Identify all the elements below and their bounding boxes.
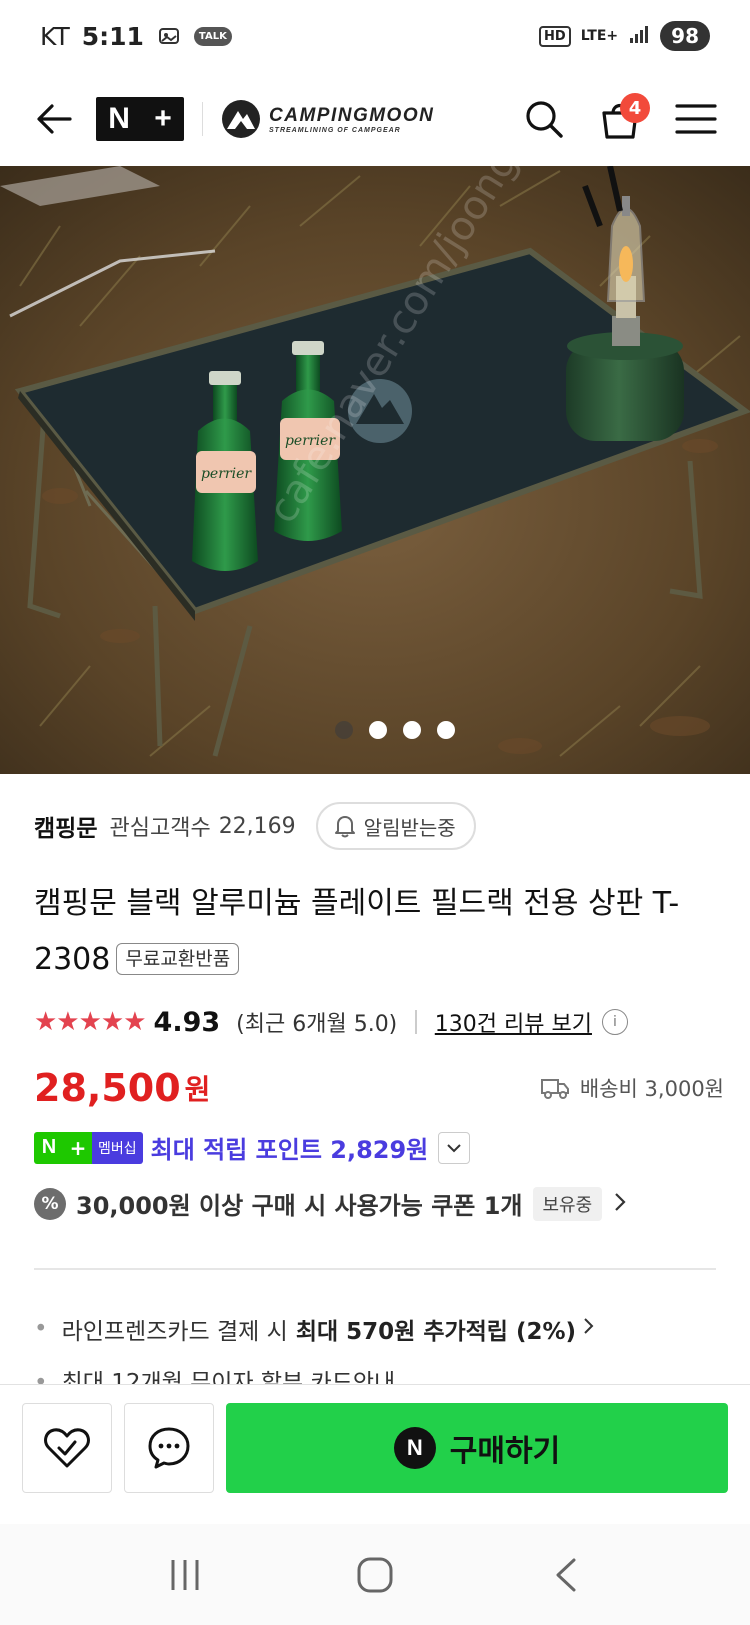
system-back-button[interactable] <box>525 1545 605 1605</box>
bullet-icon: • <box>34 1370 48 1384</box>
status-bar: KT 5:11 TALK HD LTE+ 98 <box>0 0 750 72</box>
section-divider <box>34 1268 716 1270</box>
info-icon[interactable]: i <box>601 1009 628 1035</box>
back-button[interactable] <box>26 91 82 147</box>
carousel-dot[interactable] <box>403 721 421 739</box>
review-link[interactable]: 130건 리뷰 보기 <box>435 1006 592 1038</box>
wishlist-button[interactable] <box>22 1403 112 1493</box>
rating-row: ★★★★★ 4.93 (최근 6개월 5.0) 130건 리뷰 보기 i <box>34 1006 628 1038</box>
seller-name[interactable]: 캠핑문 <box>34 809 97 843</box>
search-icon <box>526 101 563 138</box>
points-expand-button[interactable] <box>438 1131 471 1164</box>
gallery-notification-icon <box>156 23 182 49</box>
installment-text: 최대 12개월 무이자 할부 카드안내 <box>61 1370 396 1384</box>
buy-button[interactable]: N 구매하기 <box>226 1403 728 1493</box>
carousel-dot[interactable] <box>369 721 387 739</box>
product-image-carousel[interactable]: perrier perrier cafe.naver.com/joonggona… <box>0 166 750 774</box>
rating-divider <box>415 1010 417 1034</box>
brand-tagline: STREAMLINING OF CAMPGEAR <box>269 126 401 134</box>
chevron-right-icon <box>582 1316 596 1342</box>
carrier-label: KT <box>40 21 70 51</box>
carousel-dots <box>0 721 750 739</box>
rating-score: 4.93 <box>153 1006 221 1038</box>
recent-apps-button[interactable] <box>145 1545 225 1605</box>
membership-badge-n: N <box>34 1131 64 1164</box>
brand-name: CAMPINGMOON <box>269 104 435 126</box>
recent-apps-icon <box>171 1559 199 1590</box>
bottle-label: perrier <box>201 466 252 482</box>
menu-button[interactable] <box>668 91 724 147</box>
coupon-owned-badge: 보유중 <box>532 1186 603 1221</box>
buy-button-label: 구매하기 <box>449 1434 561 1469</box>
chevron-right-icon <box>612 1191 628 1217</box>
membership-badge-label: 멤버십 <box>92 1131 143 1164</box>
truck-icon <box>540 1079 569 1099</box>
coupon-text: 30,000원 이상 구매 시 사용가능 쿠폰 1개 <box>76 1192 523 1220</box>
chat-bubble-icon <box>148 1427 190 1469</box>
battery-indicator: 98 <box>660 21 710 51</box>
status-left: KT 5:11 TALK <box>40 22 232 51</box>
heart-check-icon <box>44 1428 90 1468</box>
kakaotalk-notification-icon: TALK <box>193 26 232 46</box>
free-exchange-tag: 무료교환반품 <box>116 943 240 975</box>
price-row: 28,500 원 배송비 3,000원 <box>34 1066 724 1110</box>
coupon-row[interactable]: % 30,000원 이상 구매 시 사용가능 쿠폰 1개 보유중 <box>34 1186 628 1221</box>
product-title: 캠핑문 블랙 알루미늄 플레이트 필드랙 전용 상판 T-2308 무료교환반품 <box>34 876 724 988</box>
network-type: LTE+ <box>580 28 619 44</box>
product-photo: perrier perrier cafe.naver.com/joonggona… <box>0 166 750 774</box>
membership-badge: N + 멤버십 <box>34 1131 143 1164</box>
talk-talk-button[interactable] <box>124 1403 214 1493</box>
follower-count: 22,169 <box>218 813 296 839</box>
notification-button-label: 알림받는중 <box>363 815 456 840</box>
nplus-logo[interactable]: N + <box>96 97 184 141</box>
shipping-info: 배송비 3,000원 <box>540 1073 724 1103</box>
brand-logo[interactable]: CAMPINGMOON STREAMLINING OF CAMPGEAR <box>221 99 434 139</box>
header-divider <box>202 102 203 136</box>
cart-count-badge: 4 <box>620 93 650 123</box>
seller-row: 캠핑문 관심고객수 22,169 알림받는중 <box>34 802 476 850</box>
back-arrow-icon <box>37 104 72 134</box>
status-right: HD LTE+ 98 <box>539 21 710 51</box>
campingmoon-mountain-icon <box>222 100 260 138</box>
card-benefit-highlight: 최대 570원 추가적립 (2%) <box>295 1319 577 1345</box>
membership-badge-plus: + <box>64 1131 92 1164</box>
coupon-percent-icon: % <box>34 1187 66 1220</box>
search-button[interactable] <box>516 91 572 147</box>
nplus-logo-n: N <box>108 102 130 135</box>
home-icon <box>357 1557 393 1592</box>
price-unit: 원 <box>184 1073 211 1106</box>
clock: 5:11 <box>81 21 144 51</box>
star-rating-icon: ★★★★★ <box>34 1007 147 1037</box>
bullet-icon: • <box>34 1316 48 1342</box>
bottom-action-bar: N 구매하기 <box>0 1384 750 1524</box>
naver-pay-n-icon: N <box>393 1427 436 1469</box>
price-amount: 28,500 <box>34 1066 181 1110</box>
hamburger-menu-icon <box>675 104 717 134</box>
hd-voice-icon: HD <box>539 25 571 47</box>
carousel-dot[interactable] <box>437 721 455 739</box>
bell-check-icon <box>334 816 355 838</box>
signal-icon <box>628 23 650 49</box>
recent-rating: (최근 6개월 5.0) <box>236 1012 398 1037</box>
membership-points-row: N + 멤버십 최대 적립 포인트 2,829원 <box>34 1130 471 1165</box>
card-benefit-prefix: 라인프렌즈카드 결제 시 <box>61 1319 288 1345</box>
header-actions: 4 <box>516 91 724 147</box>
app-header: N + CAMPINGMOON STREAMLINING OF CAMPGEAR… <box>0 72 750 166</box>
card-benefit-row[interactable]: • 라인프렌즈카드 결제 시 최대 570원 추가적립 (2%) <box>34 1312 596 1346</box>
carousel-dot[interactable] <box>335 721 353 739</box>
shipping-fee: 배송비 3,000원 <box>579 1077 724 1101</box>
follower-label: 관심고객수 <box>109 816 211 841</box>
chevron-down-icon <box>447 1143 461 1152</box>
nplus-logo-plus: + <box>154 102 172 135</box>
system-navigation-bar <box>0 1524 750 1625</box>
installment-row[interactable]: • 최대 12개월 무이자 할부 카드안내 <box>34 1368 395 1384</box>
cart-button[interactable]: 4 <box>592 91 650 147</box>
max-points-text: 최대 적립 포인트 2,829원 <box>150 1136 429 1164</box>
notification-button[interactable]: 알림받는중 <box>315 802 476 850</box>
back-chevron-icon <box>556 1558 576 1591</box>
home-button[interactable] <box>335 1545 415 1605</box>
